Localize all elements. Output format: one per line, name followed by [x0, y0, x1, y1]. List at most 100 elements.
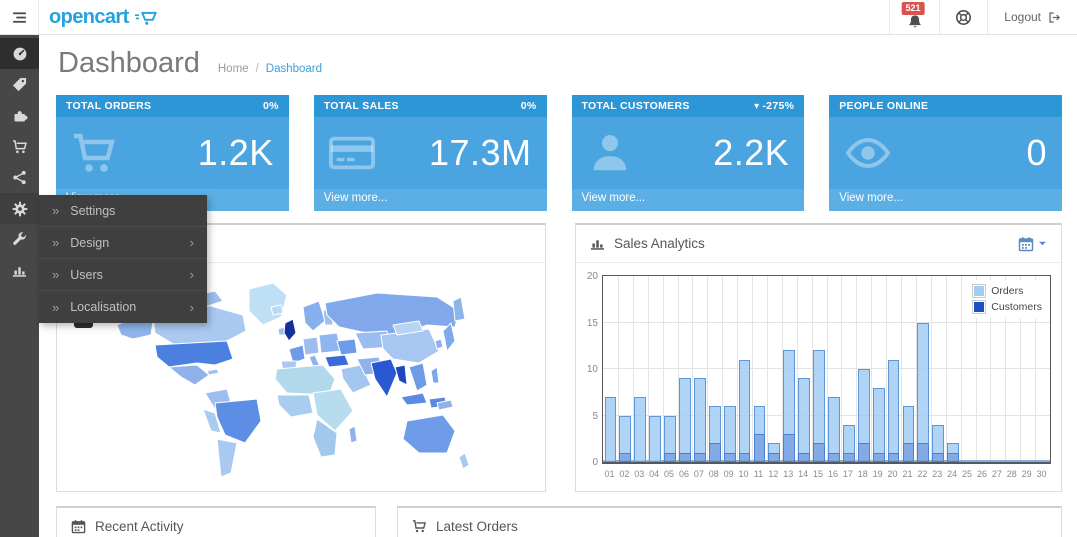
logout-label: Logout [1004, 10, 1041, 24]
recent-activity-header: Recent Activity [57, 508, 375, 537]
gear-icon [12, 201, 28, 217]
x-axis-tick-label: 15 [811, 469, 826, 479]
dashboard-icon [12, 46, 28, 62]
x-axis-tick-label: 04 [647, 469, 662, 479]
chart-bar-customers [903, 443, 915, 462]
double-chevron-icon [52, 235, 70, 250]
x-axis-tick-label: 17 [840, 469, 855, 479]
x-axis-tick-label: 16 [826, 469, 841, 479]
bar-chart-icon [590, 236, 605, 251]
y-axis-tick-label: 0 [578, 457, 598, 468]
x-axis-tick-label: 21 [900, 469, 915, 479]
chart-bar-customers [843, 453, 855, 462]
x-axis-tick-label: 19 [870, 469, 885, 479]
x-axis-tick-label: 06 [677, 469, 692, 479]
chart-bar-customers [873, 453, 885, 462]
sidebar-item-extensions[interactable] [0, 100, 39, 131]
double-chevron-icon [52, 300, 70, 315]
x-axis-tick-label: 25 [960, 469, 975, 479]
chart-bar-orders [798, 378, 810, 462]
chart-bar-orders [694, 378, 706, 462]
breadcrumb-current-link[interactable]: Dashboard [266, 63, 322, 75]
page-header: Dashboard Home/Dashboard [56, 35, 1062, 95]
sign-out-icon [1048, 11, 1061, 24]
double-chevron-icon [52, 267, 70, 282]
chart-bar-customers [768, 453, 780, 462]
chart-bar-customers [813, 443, 825, 462]
x-axis-tick-label: 08 [706, 469, 721, 479]
legend-swatch [972, 300, 986, 314]
puzzle-icon [12, 108, 28, 124]
notification-badge: 521 [901, 2, 924, 15]
x-axis-tick-label: 10 [736, 469, 751, 479]
bottom-row: Recent Activity Latest Orders [56, 506, 1062, 537]
chart-bar-customers [888, 453, 900, 462]
chart-legend: Orders Customers [968, 280, 1046, 318]
tile-value: 0 [1026, 132, 1047, 174]
logout-button[interactable]: Logout [987, 0, 1077, 34]
flyout-item-settings[interactable]: Settings [39, 195, 207, 227]
view-more-link[interactable]: View more... [829, 189, 1062, 211]
opencart-logo[interactable]: opencart [39, 0, 158, 34]
tile-title: TOTAL CUSTOMERS [582, 100, 690, 112]
chart-bar-orders [634, 397, 646, 462]
bell-icon [907, 14, 923, 30]
person-icon [587, 130, 633, 176]
shopping-cart-icon [12, 139, 28, 155]
recent-activity-panel: Recent Activity [56, 506, 376, 537]
tile-total-orders: TOTAL ORDERS0% 1.2K View more... [56, 95, 289, 211]
sidebar-item-marketing[interactable] [0, 162, 39, 193]
flyout-item-localisation[interactable]: Localisation [39, 291, 207, 323]
chevron-right-icon [190, 267, 194, 282]
breadcrumb-home-link[interactable]: Home [218, 63, 249, 75]
chevron-right-icon [190, 300, 194, 315]
chart-bar-orders [649, 416, 661, 463]
tile-people-online: PEOPLE ONLINE 0 View more... [829, 95, 1062, 211]
tile-change: -275% [762, 100, 794, 112]
x-axis-tick-label: 13 [781, 469, 796, 479]
flyout-item-users[interactable]: Users [39, 259, 207, 291]
chart-gridline [603, 368, 1050, 369]
cart-logo-icon [134, 9, 158, 26]
y-axis-tick-label: 15 [578, 318, 598, 329]
wrench-icon [12, 232, 27, 247]
store-front-button[interactable] [939, 0, 987, 34]
date-range-button[interactable] [1018, 236, 1047, 252]
view-more-link[interactable]: View more... [314, 189, 547, 211]
shopping-cart-icon [412, 519, 427, 534]
flyout-item-design[interactable]: Design [39, 227, 207, 259]
tile-title: TOTAL ORDERS [66, 100, 151, 112]
x-axis-tick-label: 22 [915, 469, 930, 479]
sidebar-item-system[interactable] [0, 193, 39, 224]
legend-item: Orders [972, 284, 1042, 298]
sidebar-item-reports[interactable] [0, 255, 39, 286]
y-axis-tick-label: 5 [578, 411, 598, 422]
x-axis-tick-label: 14 [796, 469, 811, 479]
x-axis-tick-label: 09 [721, 469, 736, 479]
panel-title: Recent Activity [95, 519, 184, 534]
sidebar-item-tools[interactable] [0, 224, 39, 255]
logo-text: opencart [49, 6, 129, 29]
double-chevron-icon [52, 203, 70, 218]
tile-value: 2.2K [713, 132, 789, 174]
caret-down-icon [1038, 240, 1047, 247]
x-axis-tick-label: 01 [602, 469, 617, 479]
sidebar-item-catalog[interactable] [0, 69, 39, 100]
chart-bar-customers [798, 453, 810, 462]
sidebar-item-dashboard[interactable] [0, 38, 39, 69]
chart-bar-customers [709, 443, 721, 462]
tile-value: 17.3M [429, 132, 532, 174]
x-axis-tick-label: 26 [975, 469, 990, 479]
chevron-right-icon [190, 235, 194, 250]
menu-toggle-button[interactable] [0, 0, 39, 34]
chart-bar-orders [873, 388, 885, 462]
legend-label: Customers [991, 301, 1042, 313]
view-more-link[interactable]: View more... [572, 189, 805, 211]
eye-icon [844, 129, 892, 177]
chart-bar-customers [932, 453, 944, 462]
chart-gridline [946, 276, 947, 462]
notifications-button[interactable]: 521 [889, 0, 939, 34]
sidebar-item-sales[interactable] [0, 131, 39, 162]
credit-card-icon [329, 130, 375, 176]
x-axis-tick-label: 23 [930, 469, 945, 479]
